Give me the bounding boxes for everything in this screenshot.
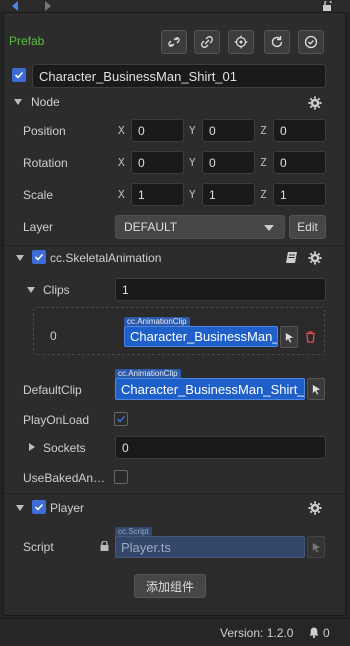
clips-collapse-arrow-icon[interactable] (27, 287, 35, 293)
clips-label: Clips (43, 283, 70, 297)
target-icon (234, 35, 248, 49)
script-label: Script (23, 540, 54, 554)
clip-index-label: 0 (50, 329, 57, 343)
position-label: Position (23, 124, 66, 138)
skeletal-settings-gear-icon[interactable] (308, 251, 322, 265)
notification-count: 0 (323, 626, 330, 640)
prefab-label: Prefab (9, 34, 45, 48)
unlink-icon (168, 37, 180, 47)
sockets-count-input[interactable]: 0 (115, 436, 326, 459)
forward-arrow-icon[interactable] (45, 1, 51, 11)
clip-asset-value: Character_BusinessMan_Shirt_01 (130, 329, 278, 344)
rotation-x-axis: X (118, 156, 125, 169)
check-icon (116, 415, 126, 423)
help-book-icon[interactable] (285, 251, 299, 264)
top-toolbar (0, 0, 350, 12)
node-active-checkbox[interactable] (12, 68, 26, 82)
play-on-load-label: PlayOnLoad (23, 413, 90, 427)
position-y-axis: Y (189, 124, 196, 137)
rotation-z-input[interactable]: 0 (273, 151, 326, 174)
check-icon (14, 71, 24, 79)
position-x-axis: X (118, 124, 125, 137)
scale-label: Scale (23, 188, 54, 202)
chevron-down-icon (264, 225, 274, 231)
node-settings-gear-icon[interactable] (308, 96, 322, 110)
bell-icon[interactable] (309, 627, 319, 638)
layer-label: Layer (23, 220, 54, 234)
rotation-label: Rotation (23, 156, 68, 170)
pointer-icon (285, 332, 293, 343)
player-settings-gear-icon[interactable] (308, 501, 322, 515)
link-icon (201, 36, 213, 48)
node-name-input[interactable]: Character_BusinessMan_Shirt_01 (32, 64, 326, 88)
node-section-title: Node (31, 95, 60, 109)
scale-y-input[interactable]: 1 (202, 183, 255, 206)
rotation-z-axis: Z (260, 156, 267, 169)
pointer-icon (312, 384, 320, 395)
back-arrow-icon[interactable] (12, 1, 18, 11)
play-on-load-checkbox[interactable] (114, 412, 128, 426)
use-baked-checkbox[interactable] (114, 470, 128, 484)
refresh-icon (271, 36, 283, 48)
lock-icon[interactable] (322, 1, 334, 11)
delete-trash-icon[interactable] (305, 331, 316, 343)
rotation-y-axis: Y (189, 156, 196, 169)
default-clip-asset-value: Character_BusinessMan_Shirt_01 (121, 381, 305, 397)
layer-select[interactable]: DEFAULT (115, 215, 285, 239)
rotation-y-input[interactable]: 0 (202, 151, 255, 174)
node-collapse-arrow-icon[interactable] (14, 99, 22, 105)
position-x-input[interactable]: 0 (131, 119, 184, 142)
scale-x-axis: X (118, 188, 125, 201)
script-picker-button (307, 536, 325, 558)
add-component-button[interactable]: 添加组件 (134, 574, 206, 598)
skeletal-section-title: cc.SkeletalAnimation (50, 251, 162, 265)
version-text: Version: 1.2.0 (220, 626, 294, 640)
layer-select-value: DEFAULT (124, 220, 178, 234)
position-z-input[interactable]: 0 (273, 119, 326, 142)
scale-z-input[interactable]: 1 (273, 183, 326, 206)
use-baked-label: UseBakedAnimation (23, 471, 107, 485)
check-icon (34, 503, 44, 511)
script-asset-value: Player.ts (121, 539, 171, 555)
section-divider (4, 493, 345, 494)
check-icon (34, 253, 44, 261)
unlink-prefab-button[interactable] (161, 30, 187, 54)
sockets-expand-arrow-icon[interactable] (29, 443, 35, 451)
locate-prefab-button[interactable] (228, 30, 254, 54)
position-y-input[interactable]: 0 (202, 119, 255, 142)
script-lock-icon (100, 541, 109, 551)
default-clip-label: DefaultClip (23, 383, 82, 397)
clips-count-input[interactable]: 1 (115, 278, 326, 301)
section-divider (4, 245, 345, 246)
apply-prefab-button[interactable] (298, 30, 324, 54)
sockets-label: Sockets (43, 441, 86, 455)
clip-asset-field[interactable]: Character_BusinessMan_Shirt_01 (124, 326, 278, 347)
script-asset-field: Player.ts (115, 536, 305, 558)
status-bar: Version: 1.2.0 0 (0, 618, 350, 646)
layer-edit-button[interactable]: Edit (289, 215, 326, 239)
scale-x-input[interactable]: 1 (131, 183, 184, 206)
position-z-axis: Z (260, 124, 267, 137)
rotation-x-input[interactable]: 0 (131, 151, 184, 174)
pointer-icon (312, 542, 320, 553)
default-clip-picker-button[interactable] (307, 378, 325, 400)
use-baked-label-text: UseBakedAnimation (23, 471, 107, 485)
link-prefab-button[interactable] (194, 30, 220, 54)
player-enabled-checkbox[interactable] (32, 500, 46, 514)
player-section-title: Player (50, 501, 85, 515)
default-clip-asset-field[interactable]: Character_BusinessMan_Shirt_01 (115, 378, 305, 400)
check-circle-icon (304, 35, 318, 49)
clip-asset-picker-button[interactable] (280, 326, 298, 348)
scale-y-axis: Y (189, 188, 196, 201)
scale-z-axis: Z (260, 188, 267, 201)
skeletal-collapse-arrow-icon[interactable] (16, 255, 24, 261)
player-collapse-arrow-icon[interactable] (16, 505, 24, 511)
revert-prefab-button[interactable] (264, 30, 290, 54)
skeletal-enabled-checkbox[interactable] (32, 250, 46, 264)
